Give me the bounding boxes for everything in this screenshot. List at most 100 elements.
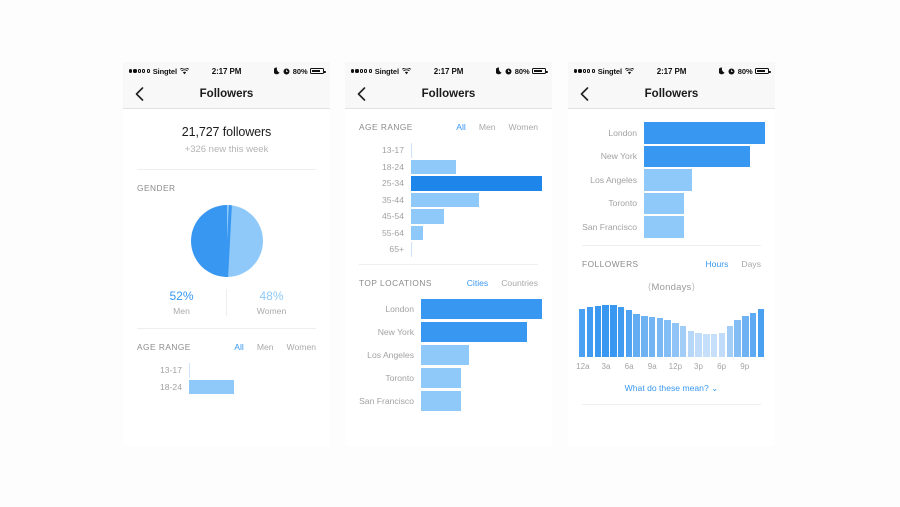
chevron-left-icon (135, 87, 143, 101)
hour-bar (749, 312, 757, 357)
loc-seg-cities[interactable]: Cities (467, 278, 489, 288)
panel-2-content: AGE RANGE All Men Women 13-17 18-24 25-34 35-… (345, 109, 552, 446)
activity-seg-hours[interactable]: Hours (705, 259, 728, 269)
status-bar: Singtel 2:17 PM 80% (123, 62, 330, 80)
bar-label: 25-34 (382, 178, 404, 189)
pie-slice-men (190, 205, 227, 277)
back-button[interactable] (577, 87, 591, 101)
top-locations-chart-p2: London New York Los Angeles Toronto San Fran… (345, 288, 552, 419)
loc-seg-countries[interactable]: Countries (501, 278, 538, 288)
gender-pie-chart (123, 205, 330, 277)
alarm-icon (728, 68, 735, 74)
bar (421, 345, 470, 365)
bar-label: New York (600, 151, 637, 162)
hour-bar (641, 315, 648, 357)
wifi-icon (625, 67, 634, 74)
panel-3-content: London New York Los Angeles Toronto San Fran… (568, 109, 775, 446)
age-range-section-label: AGE RANGE (359, 122, 413, 132)
bar-row: 55-64 (355, 225, 542, 242)
bar-track (411, 142, 542, 159)
bar (644, 192, 684, 214)
what-do-these-mean-link[interactable]: What do these mean? ⌄ (568, 383, 775, 394)
hour-bar (703, 333, 710, 357)
x-axis-tick: 12p (668, 361, 683, 371)
bar (644, 216, 684, 238)
bar-track (421, 344, 542, 367)
phone-panel-1: Singtel 2:17 PM 80% Followers 21,727 fol… (123, 62, 330, 446)
activity-seg-days[interactable]: Days (741, 259, 761, 269)
hour-bar (672, 322, 679, 357)
battery-percent-label: 80% (292, 66, 308, 76)
clock-label: 2:17 PM (211, 66, 242, 76)
back-button[interactable] (354, 87, 368, 101)
bar-row: London (355, 298, 542, 321)
bar-label: 65+ (389, 244, 404, 255)
section-divider (582, 403, 761, 405)
bar-track (421, 321, 542, 344)
page-title: Followers (644, 88, 699, 100)
bar (411, 192, 480, 207)
wifi-icon (402, 67, 411, 74)
bar-track (411, 175, 542, 192)
x-axis-tick: 9p (740, 361, 750, 371)
nav-bar: Followers (568, 80, 775, 109)
bar (189, 379, 234, 394)
bar-label: 55-64 (382, 227, 404, 238)
age-seg-men[interactable]: Men (257, 342, 274, 352)
top-locations-chart-p3: London New York Los Angeles Toronto San Fran… (568, 109, 775, 245)
phone-panel-2: Singtel 2:17 PM 80% Followers AGE RANGE … (345, 62, 552, 446)
clock-label: 2:17 PM (656, 66, 687, 76)
age-seg-men[interactable]: Men (479, 122, 496, 132)
bar-row: Toronto (355, 367, 542, 390)
day-selector[interactable]: ⟨Mondays⟩ (568, 282, 775, 293)
gender-legend-men: 52% Men (137, 289, 226, 316)
activity-segmented-control[interactable]: Hours Days (705, 259, 761, 269)
bar-label: London (385, 304, 414, 314)
hour-bar (610, 305, 617, 357)
bar-row: 18-24 (355, 159, 542, 176)
bar-track (644, 215, 765, 239)
men-label: Men (173, 306, 190, 316)
age-seg-all[interactable]: All (456, 122, 466, 132)
signal-strength-icon (351, 69, 372, 73)
age-seg-all[interactable]: All (234, 342, 244, 352)
age-range-section-header-p2: AGE RANGE All Men Women (345, 109, 552, 132)
bar-track (411, 208, 542, 225)
locations-segmented-control[interactable]: Cities Countries (467, 278, 538, 288)
hour-bar (586, 306, 594, 357)
age-seg-women[interactable]: Women (287, 342, 316, 352)
hour-bar (617, 306, 625, 357)
hour-bar (625, 309, 633, 357)
age-range-segmented-control[interactable]: All Men Women (456, 122, 538, 132)
bar-track (189, 379, 320, 396)
bar-row: 25-34 (355, 175, 542, 192)
bar-row: 13-17 (133, 362, 320, 379)
bar (644, 169, 693, 191)
next-day-button[interactable]: ⟩ (691, 282, 695, 293)
hourly-followers-bar-chart (578, 305, 765, 357)
bar-label: San Francisco (359, 396, 414, 406)
followers-activity-section-header: FOLLOWERS Hours Days (568, 246, 775, 269)
back-button[interactable] (132, 87, 146, 101)
age-seg-women[interactable]: Women (509, 122, 538, 132)
bar-row: San Francisco (578, 215, 765, 239)
bar (411, 159, 456, 174)
bar-track (421, 367, 542, 390)
bar-track (411, 159, 542, 176)
phone-panel-3: Singtel 2:17 PM 80% Followers London New… (568, 62, 775, 446)
age-range-chart-p1: 13-17 18-24 (123, 352, 330, 401)
battery-icon (310, 67, 326, 75)
carrier-label: Singtel (597, 66, 622, 76)
bar-row: San Francisco (355, 390, 542, 413)
alarm-icon (283, 68, 290, 74)
bar (421, 391, 461, 411)
bar (421, 322, 528, 342)
bar-label: 35-44 (382, 194, 404, 205)
bar-label: 13-17 (382, 145, 404, 156)
bar-row: 35-44 (355, 192, 542, 209)
nav-bar: Followers (345, 80, 552, 109)
age-range-segmented-control[interactable]: All Men Women (234, 342, 316, 352)
bar-label: San Francisco (582, 221, 637, 232)
x-axis-tick: 6p (717, 361, 727, 371)
bar (411, 225, 423, 240)
